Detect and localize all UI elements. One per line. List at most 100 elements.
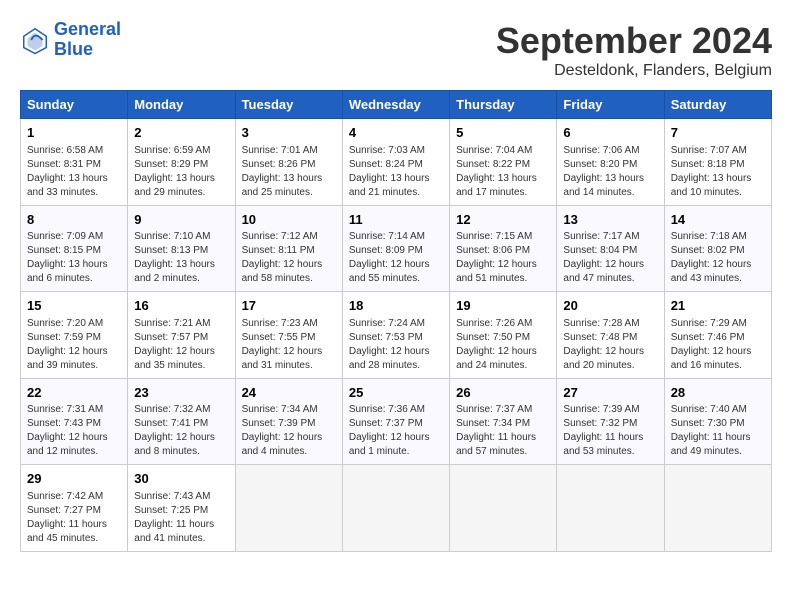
day-number: 15 [27,297,121,315]
empty-cell [342,465,449,552]
day-number: 26 [456,384,550,402]
table-row: 20 Sunrise: 7:28 AM Sunset: 7:48 PM Dayli… [557,292,664,379]
table-row: 2Sunrise: 6:59 AM Sunset: 8:29 PM Daylig… [128,119,235,206]
day-info: Sunrise: 7:36 AM Sunset: 7:37 PM Dayligh… [349,403,443,459]
table-row: 6 Sunrise: 7:06 AM Sunset: 8:20 PM Daylig… [557,119,664,206]
day-info: Sunrise: 7:29 AM Sunset: 7:46 PM Dayligh… [671,317,765,373]
day-number: 14 [671,211,765,229]
page-container: General Blue September 2024 Desteldonk, … [20,20,772,552]
day-number: 11 [349,211,443,229]
day-number: 12 [456,211,550,229]
day-info: Sunrise: 7:14 AM Sunset: 8:09 PM Dayligh… [349,230,443,286]
day-number: 13 [563,211,657,229]
empty-cell [557,465,664,552]
calendar-row: 22Sunrise: 7:31 AM Sunset: 7:43 PM Dayli… [21,378,772,465]
day-number: 28 [671,384,765,402]
table-row: 5 Sunrise: 7:04 AM Sunset: 8:22 PM Daylig… [450,119,557,206]
table-row: 12Sunrise: 7:15 AM Sunset: 8:06 PM Dayli… [450,205,557,292]
day-info: Sunrise: 7:21 AM Sunset: 7:57 PM Dayligh… [134,317,228,373]
table-row: 10Sunrise: 7:12 AM Sunset: 8:11 PM Dayli… [235,205,342,292]
table-row: 29Sunrise: 7:42 AM Sunset: 7:27 PM Dayli… [21,465,128,552]
day-info: Sunrise: 7:37 AM Sunset: 7:34 PM Dayligh… [456,403,550,459]
empty-cell [664,465,771,552]
day-number: 8 [27,211,121,229]
table-row: 13Sunrise: 7:17 AM Sunset: 8:04 PM Dayli… [557,205,664,292]
table-row: 30Sunrise: 7:43 AM Sunset: 7:25 PM Dayli… [128,465,235,552]
day-info: Sunrise: 7:12 AM Sunset: 8:11 PM Dayligh… [242,230,336,286]
header-saturday: Saturday [664,91,771,119]
table-row: 1 Sunrise: 6:58 AM Sunset: 8:31 PM Daylig… [21,119,128,206]
calendar-header-row: Sunday Monday Tuesday Wednesday Thursday… [21,91,772,119]
day-info: Sunrise: 7:32 AM Sunset: 7:41 PM Dayligh… [134,403,228,459]
table-row: 25Sunrise: 7:36 AM Sunset: 7:37 PM Dayli… [342,378,449,465]
day-info: Sunrise: 7:39 AM Sunset: 7:32 PM Dayligh… [563,403,657,459]
day-number: 16 [134,297,228,315]
day-info: Sunrise: 7:10 AM Sunset: 8:13 PM Dayligh… [134,230,228,286]
day-number: 23 [134,384,228,402]
day-number: 1 [27,124,121,142]
day-info: Sunrise: 7:34 AM Sunset: 7:39 PM Dayligh… [242,403,336,459]
day-number: 17 [242,297,336,315]
header-wednesday: Wednesday [342,91,449,119]
day-number: 6 [563,124,657,142]
day-info: Sunrise: 7:09 AM Sunset: 8:15 PM Dayligh… [27,230,121,286]
day-info: Sunrise: 7:31 AM Sunset: 7:43 PM Dayligh… [27,403,121,459]
header-tuesday: Tuesday [235,91,342,119]
day-number: 7 [671,124,765,142]
day-info: Sunrise: 7:20 AM Sunset: 7:59 PM Dayligh… [27,317,121,373]
table-row: 23Sunrise: 7:32 AM Sunset: 7:41 PM Dayli… [128,378,235,465]
location-title: Desteldonk, Flanders, Belgium [496,62,772,80]
day-number: 25 [349,384,443,402]
table-row: 7 Sunrise: 7:07 AM Sunset: 8:18 PM Daylig… [664,119,771,206]
table-row: 18 Sunrise: 7:24 AM Sunset: 7:53 PM Dayli… [342,292,449,379]
logo-general: General [54,19,121,39]
month-title: September 2024 [496,20,772,62]
day-info: Sunrise: 7:03 AM Sunset: 8:24 PM Dayligh… [349,144,443,200]
table-row: 3 Sunrise: 7:01 AM Sunset: 8:26 PM Daylig… [235,119,342,206]
table-row: 9Sunrise: 7:10 AM Sunset: 8:13 PM Daylig… [128,205,235,292]
day-info: Sunrise: 7:43 AM Sunset: 7:25 PM Dayligh… [134,490,228,546]
day-info: Sunrise: 7:07 AM Sunset: 8:18 PM Dayligh… [671,144,765,200]
table-row: 28Sunrise: 7:40 AM Sunset: 7:30 PM Dayli… [664,378,771,465]
table-row: 27Sunrise: 7:39 AM Sunset: 7:32 PM Dayli… [557,378,664,465]
day-info: Sunrise: 7:15 AM Sunset: 8:06 PM Dayligh… [456,230,550,286]
day-info: Sunrise: 7:28 AM Sunset: 7:48 PM Dayligh… [563,317,657,373]
table-row: 24Sunrise: 7:34 AM Sunset: 7:39 PM Dayli… [235,378,342,465]
day-info: Sunrise: 6:58 AM Sunset: 8:31 PM Dayligh… [27,144,121,200]
table-row: 19Sunrise: 7:26 AM Sunset: 7:50 PM Dayli… [450,292,557,379]
day-number: 2 [134,124,228,142]
day-number: 20 [563,297,657,315]
day-info: Sunrise: 7:04 AM Sunset: 8:22 PM Dayligh… [456,144,550,200]
calendar-row: 29Sunrise: 7:42 AM Sunset: 7:27 PM Dayli… [21,465,772,552]
calendar-row: 15 Sunrise: 7:20 AM Sunset: 7:59 PM Dayli… [21,292,772,379]
table-row: 21Sunrise: 7:29 AM Sunset: 7:46 PM Dayli… [664,292,771,379]
empty-cell [235,465,342,552]
calendar-row: 1 Sunrise: 6:58 AM Sunset: 8:31 PM Daylig… [21,119,772,206]
header-sunday: Sunday [21,91,128,119]
table-row: 15 Sunrise: 7:20 AM Sunset: 7:59 PM Dayli… [21,292,128,379]
table-row: 22Sunrise: 7:31 AM Sunset: 7:43 PM Dayli… [21,378,128,465]
header: General Blue September 2024 Desteldonk, … [20,20,772,80]
title-area: September 2024 Desteldonk, Flanders, Bel… [496,20,772,80]
logo-text-block: General Blue [54,20,121,60]
day-number: 3 [242,124,336,142]
day-number: 22 [27,384,121,402]
day-number: 5 [456,124,550,142]
day-info: Sunrise: 7:06 AM Sunset: 8:20 PM Dayligh… [563,144,657,200]
day-info: Sunrise: 7:26 AM Sunset: 7:50 PM Dayligh… [456,317,550,373]
day-number: 18 [349,297,443,315]
day-info: Sunrise: 7:01 AM Sunset: 8:26 PM Dayligh… [242,144,336,200]
day-number: 24 [242,384,336,402]
calendar-row: 8Sunrise: 7:09 AM Sunset: 8:15 PM Daylig… [21,205,772,292]
header-thursday: Thursday [450,91,557,119]
day-number: 27 [563,384,657,402]
header-monday: Monday [128,91,235,119]
day-info: Sunrise: 7:24 AM Sunset: 7:53 PM Dayligh… [349,317,443,373]
table-row: 14Sunrise: 7:18 AM Sunset: 8:02 PM Dayli… [664,205,771,292]
logo: General Blue [20,20,121,60]
table-row: 16 Sunrise: 7:21 AM Sunset: 7:57 PM Dayli… [128,292,235,379]
header-friday: Friday [557,91,664,119]
table-row: 4Sunrise: 7:03 AM Sunset: 8:24 PM Daylig… [342,119,449,206]
day-number: 10 [242,211,336,229]
day-info: Sunrise: 7:42 AM Sunset: 7:27 PM Dayligh… [27,490,121,546]
